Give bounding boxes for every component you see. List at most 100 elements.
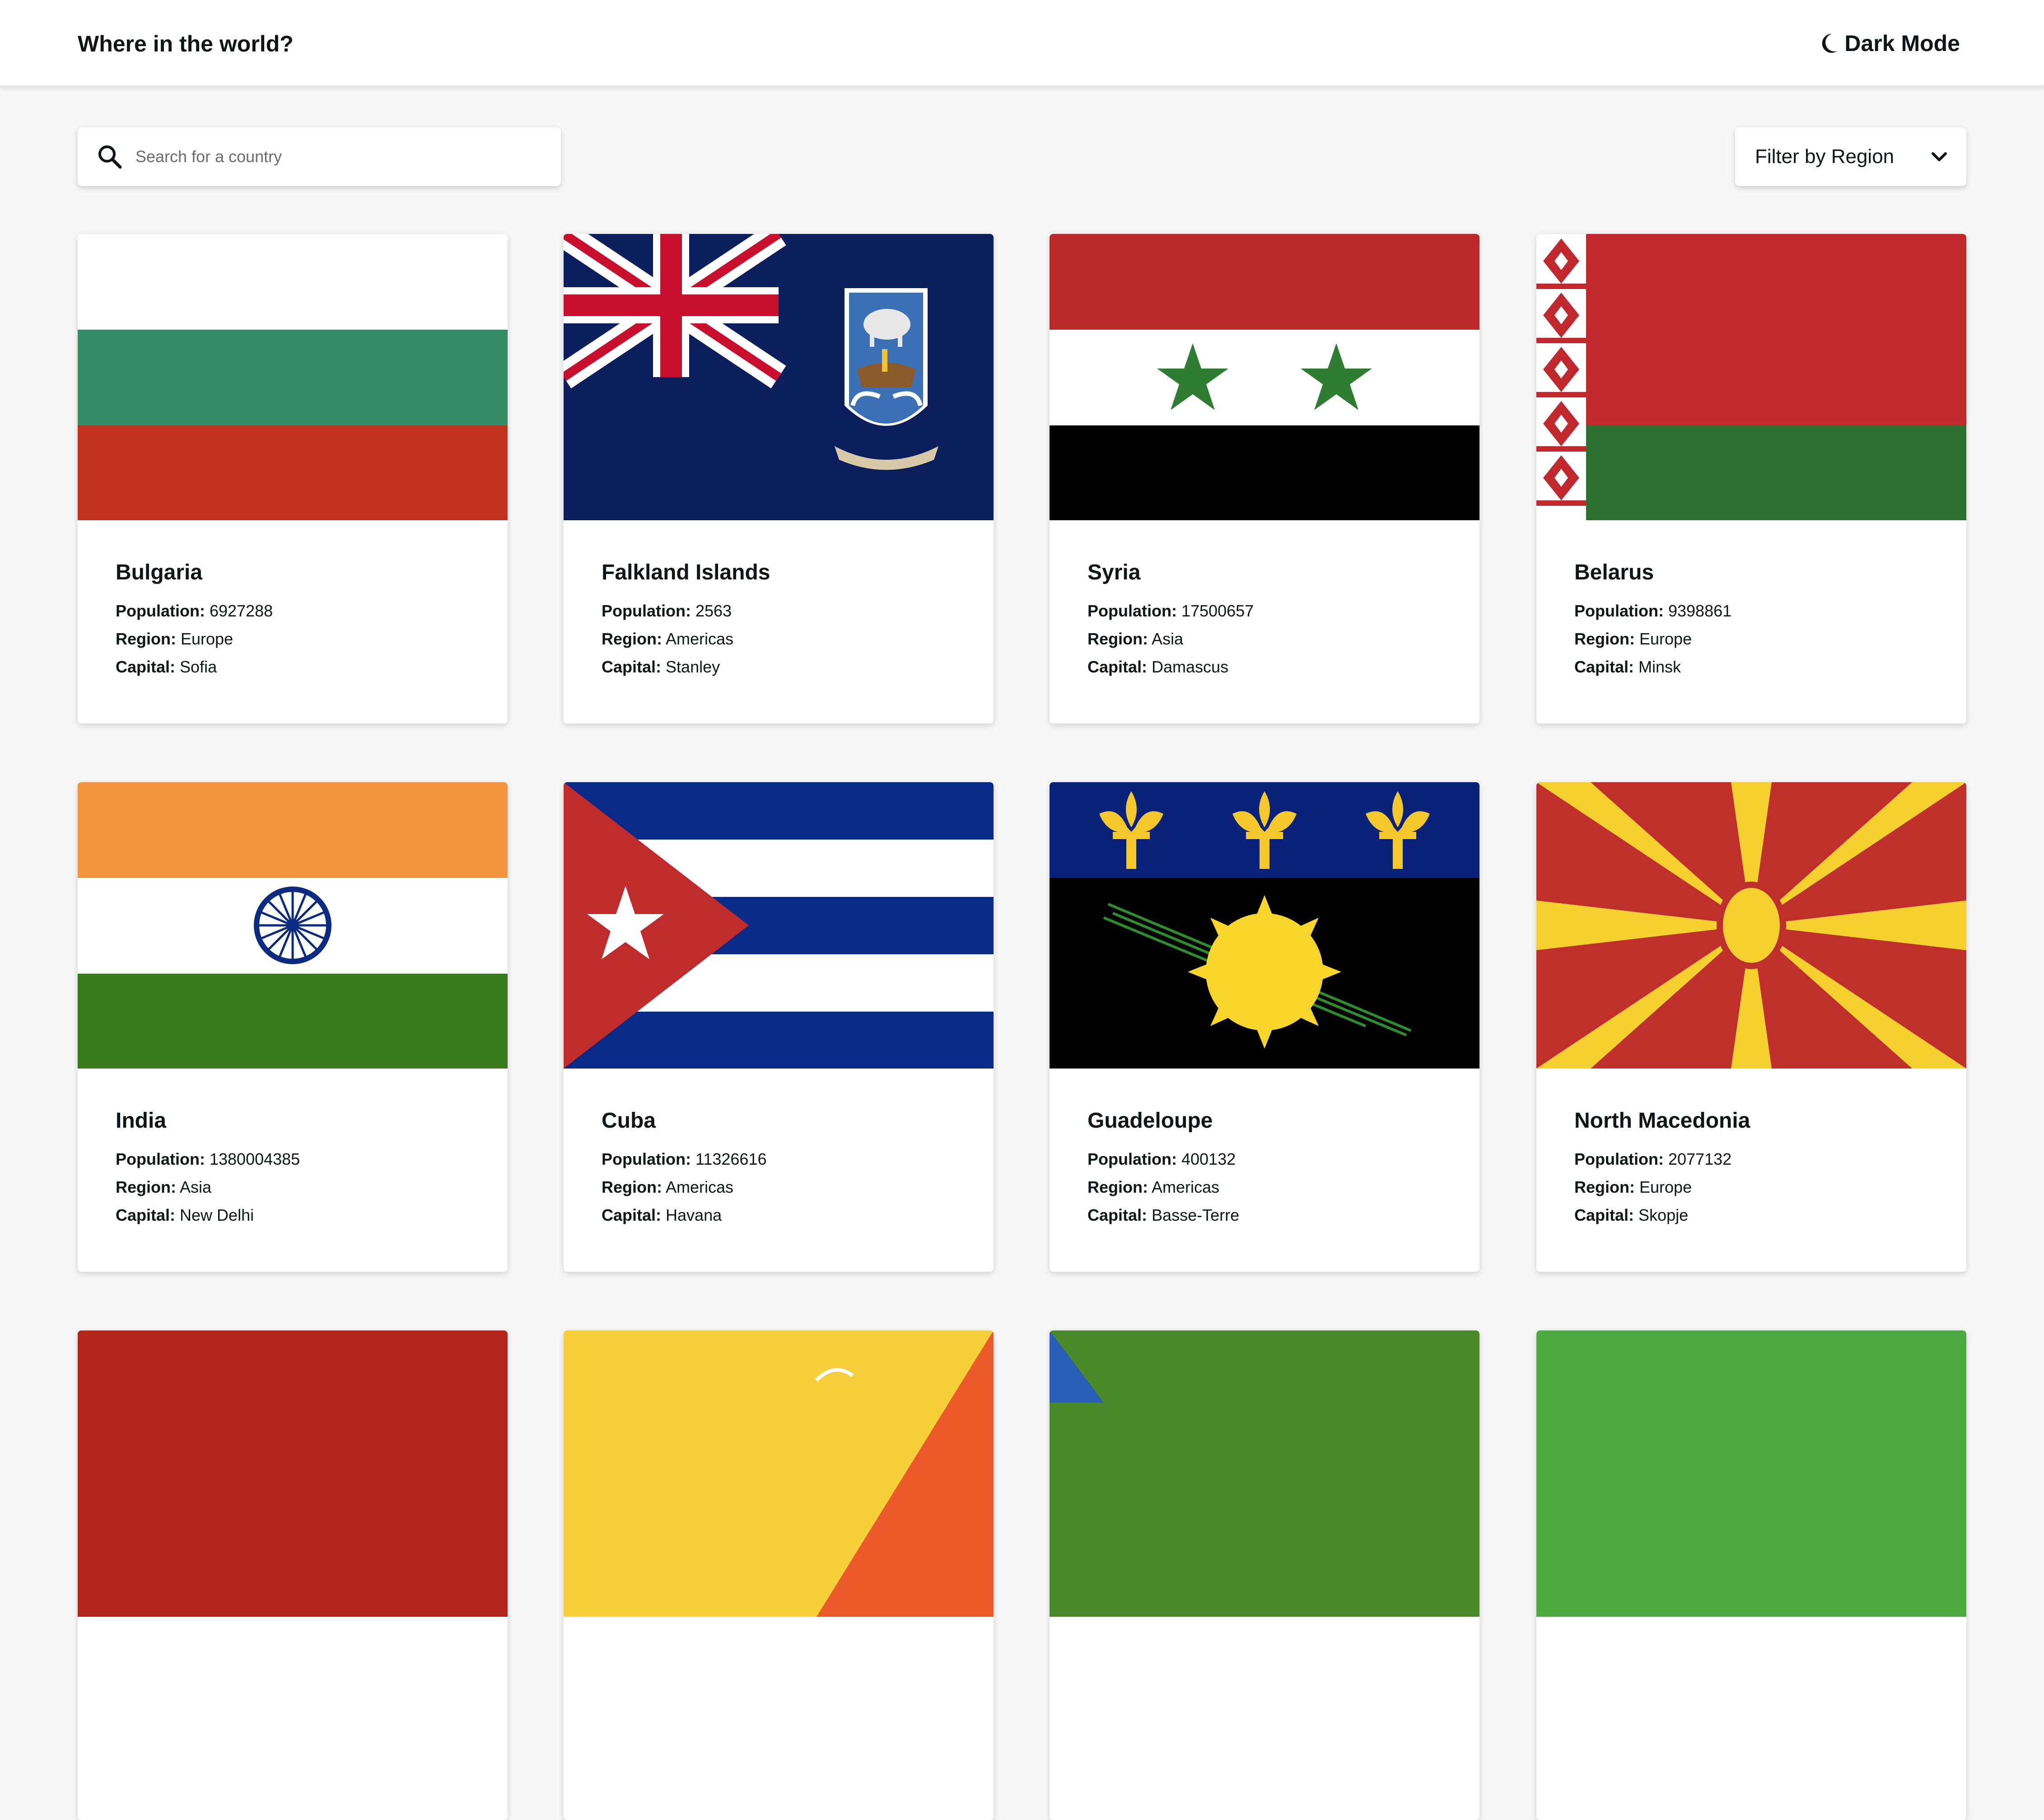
region-value: Europe [1639, 630, 1692, 648]
country-card-falkland-islands[interactable]: Falkland Islands Population: 2563 Region… [564, 234, 994, 723]
region-label: Region: [602, 630, 662, 648]
country-flag [564, 1330, 994, 1617]
region-label: Region: [116, 630, 176, 648]
country-card-north-macedonia[interactable]: North Macedonia Population: 2077132 Regi… [1536, 782, 1966, 1272]
population-value: 2563 [695, 602, 732, 620]
capital-label: Capital: [1574, 658, 1634, 676]
population-row: Population: 17500657 [1087, 597, 1458, 625]
capital-value: Havana [666, 1206, 722, 1224]
population-value: 2077132 [1668, 1150, 1732, 1168]
capital-value: Basse-Terre [1152, 1206, 1240, 1224]
region-row: Region: Asia [1087, 625, 1458, 653]
region-row: Region: Americas [1087, 1173, 1458, 1201]
region-label: Region: [116, 1178, 176, 1196]
population-label: Population: [1087, 1150, 1177, 1168]
country-name: Falkland Islands [602, 560, 770, 584]
region-row: Region: Europe [1574, 625, 1945, 653]
capital-row: Capital: Basse-Terre [1087, 1201, 1458, 1229]
capital-label: Capital: [1087, 1206, 1148, 1224]
capital-row: Capital: Sofia [116, 653, 486, 681]
country-card-bulgaria[interactable]: Bulgaria Population: 6927288 Region: Eur… [78, 234, 508, 723]
falkland-islands-flag [564, 234, 994, 520]
country-name: Bulgaria [116, 560, 203, 584]
region-label: Region: [1087, 630, 1148, 648]
bulgaria-flag [78, 234, 508, 520]
country-flag [78, 1330, 508, 1617]
population-label: Population: [602, 602, 691, 620]
region-row: Region: Europe [1574, 1173, 1945, 1201]
region-value: Americas [666, 630, 734, 648]
capital-row: Capital: Skopje [1574, 1201, 1945, 1229]
region-value: Europe [1639, 1178, 1692, 1196]
region-value: Americas [1152, 1178, 1220, 1196]
capital-row: Capital: Minsk [1574, 653, 1945, 681]
region-value: Americas [666, 1178, 734, 1196]
capital-value: Minsk [1638, 658, 1681, 676]
population-row: Population: 1380004385 [116, 1145, 486, 1173]
country-name: Cuba [602, 1109, 656, 1133]
country-card-syria[interactable]: Syria Population: 17500657 Region: Asia … [1050, 234, 1479, 723]
population-label: Population: [1087, 602, 1177, 620]
region-row: Region: Americas [602, 1173, 972, 1201]
capital-label: Capital: [1574, 1206, 1634, 1224]
population-value: 11326616 [695, 1150, 767, 1168]
population-label: Population: [1574, 602, 1664, 620]
country-card-belarus[interactable]: Belarus Population: 9398861 Region: Euro… [1536, 234, 1966, 723]
population-value: 6927288 [209, 602, 273, 620]
capital-value: Damascus [1152, 658, 1229, 676]
country-card-partial[interactable] [564, 1330, 994, 1820]
capital-label: Capital: [602, 658, 662, 676]
population-row: Population: 6927288 [116, 597, 486, 625]
region-value: Asia [180, 1178, 212, 1196]
capital-value: New Delhi [180, 1206, 254, 1224]
population-value: 9398861 [1668, 602, 1732, 620]
country-grid: Bulgaria Population: 6927288 Region: Eur… [0, 0, 2044, 1820]
country-name: North Macedonia [1574, 1109, 1750, 1133]
country-card-partial[interactable] [1050, 1330, 1479, 1820]
region-label: Region: [1574, 1178, 1635, 1196]
country-card-partial[interactable] [78, 1330, 508, 1820]
population-label: Population: [116, 602, 205, 620]
population-row: Population: 400132 [1087, 1145, 1458, 1173]
population-value: 1380004385 [209, 1150, 300, 1168]
population-label: Population: [602, 1150, 691, 1168]
region-label: Region: [1574, 630, 1635, 648]
belarus-flag [1536, 234, 1966, 520]
country-card-india[interactable]: India Population: 1380004385 Region: Asi… [78, 782, 508, 1272]
capital-row: Capital: Havana [602, 1201, 972, 1229]
country-card-guadeloupe[interactable]: Guadeloupe Population: 400132 Region: Am… [1050, 782, 1479, 1272]
syria-flag [1050, 234, 1479, 520]
population-value: 17500657 [1181, 602, 1254, 620]
capital-row: Capital: Damascus [1087, 653, 1458, 681]
population-row: Population: 11326616 [602, 1145, 972, 1173]
population-row: Population: 9398861 [1574, 597, 1945, 625]
country-card-cuba[interactable]: Cuba Population: 11326616 Region: Americ… [564, 782, 994, 1272]
region-value: Europe [181, 630, 233, 648]
region-row: Region: Europe [116, 625, 486, 653]
capital-value: Sofia [180, 658, 217, 676]
capital-value: Stanley [666, 658, 720, 676]
cuba-flag [564, 782, 994, 1069]
region-value: Asia [1152, 630, 1184, 648]
sun-icon [1188, 895, 1341, 1049]
region-row: Region: Americas [602, 625, 972, 653]
india-flag [78, 782, 508, 1069]
capital-label: Capital: [116, 1206, 176, 1224]
region-label: Region: [1087, 1178, 1148, 1196]
guadeloupe-flag [1050, 782, 1479, 1069]
capital-label: Capital: [1087, 658, 1148, 676]
population-row: Population: 2077132 [1574, 1145, 1945, 1173]
country-name: India [116, 1109, 167, 1133]
region-label: Region: [602, 1178, 662, 1196]
capital-label: Capital: [116, 658, 176, 676]
country-name: Syria [1087, 560, 1141, 584]
country-flag [1050, 1330, 1479, 1617]
capital-value: Skopje [1638, 1206, 1689, 1224]
capital-row: Capital: Stanley [602, 653, 972, 681]
country-name: Belarus [1574, 560, 1654, 584]
ashoka-chakra-icon [254, 887, 331, 964]
population-label: Population: [1574, 1150, 1664, 1168]
country-card-partial[interactable] [1536, 1330, 1966, 1820]
country-flag [1536, 1330, 1966, 1617]
population-row: Population: 2563 [602, 597, 972, 625]
